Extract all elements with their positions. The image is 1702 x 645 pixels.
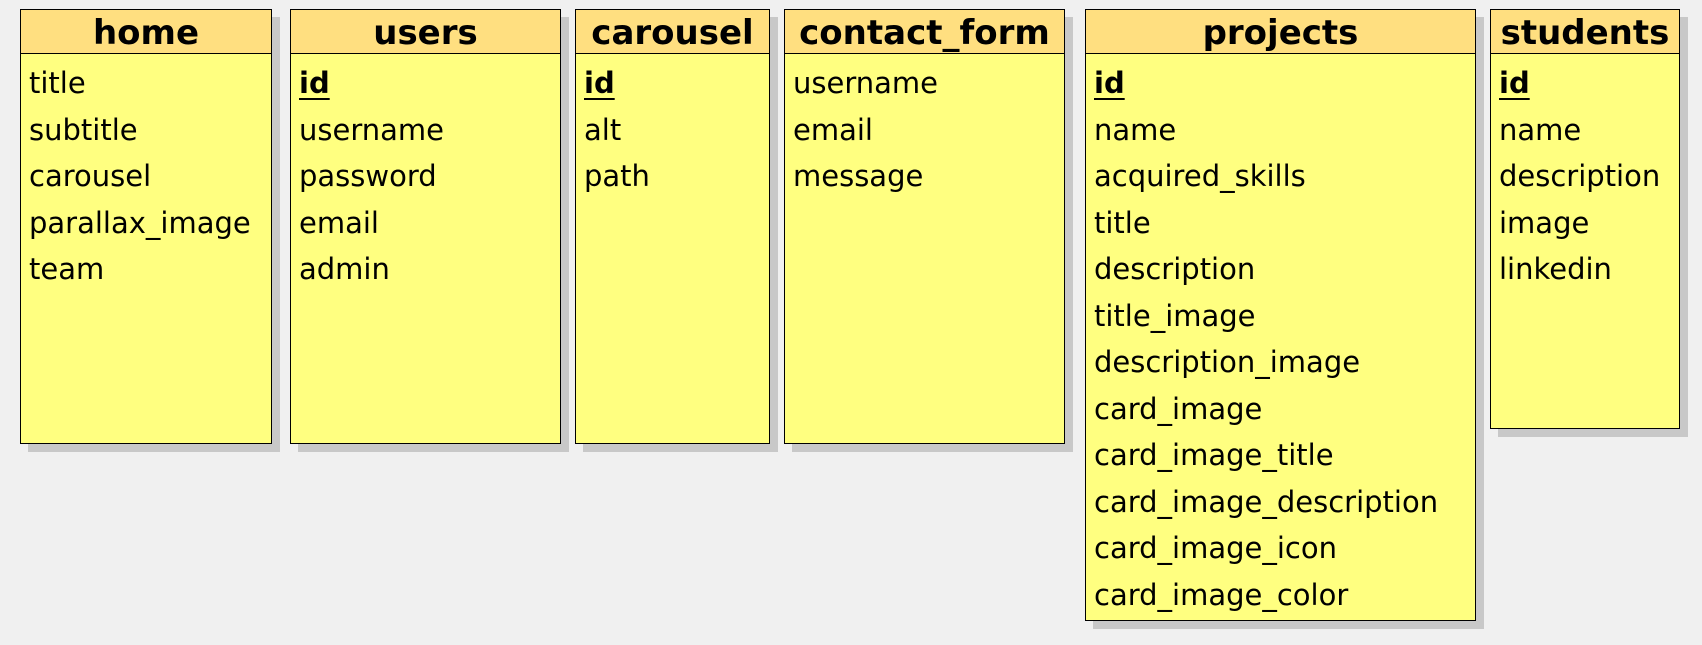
table-field: team [29, 252, 105, 286]
table-title: students [1491, 10, 1679, 54]
table-field: password [299, 159, 437, 193]
table-field: card_image_description [1094, 484, 1439, 519]
table-field: card_image [1094, 391, 1263, 426]
table-field: username [299, 112, 444, 147]
table-contact-form: contact_form username email message [784, 9, 1065, 444]
table-field: path [584, 159, 650, 193]
primary-key-field: id [584, 66, 615, 100]
field-list: title subtitle carousel parallax_imageteam [21, 54, 271, 293]
table-field: alt [584, 112, 622, 147]
table-field: card_image_title [1094, 438, 1334, 472]
table-home: home title subtitle carousel parallax_image… [20, 9, 272, 444]
table-field: linkedin [1499, 252, 1612, 286]
table-field: card_image_icon [1094, 531, 1337, 565]
table-field: email [299, 205, 379, 240]
table-title: projects [1086, 10, 1475, 54]
table-field: title [1094, 205, 1151, 240]
table-field: name [1094, 112, 1177, 147]
table-title: users [291, 10, 560, 54]
table-title: home [21, 10, 271, 54]
field-list: username email message [785, 54, 1064, 200]
table-title: carousel [576, 10, 769, 54]
primary-key-field: id [299, 66, 330, 100]
table-field: email [793, 112, 873, 147]
table-field: carousel [29, 159, 152, 193]
table-field: admin [299, 252, 390, 286]
table-users: users id username password email admin [290, 9, 561, 444]
table-projects: projects id name acquired_skillstitle descr… [1085, 9, 1476, 621]
table-field: username [793, 66, 938, 100]
table-field: description [1094, 252, 1256, 286]
field-list: id name description image linkedin [1491, 54, 1679, 293]
field-list: id username password email admin [291, 54, 560, 293]
field-list: id alt path [576, 54, 769, 200]
table-field: name [1499, 112, 1582, 147]
field-list: id name acquired_skillstitle description tit… [1086, 54, 1475, 618]
table-field: title [29, 66, 86, 100]
table-title: contact_form [785, 10, 1064, 54]
table-field: image [1499, 205, 1590, 240]
primary-key-field: id [1094, 66, 1125, 100]
table-field: acquired_skills [1094, 159, 1306, 193]
table-field: description_image [1094, 345, 1361, 379]
table-field: card_image_color [1094, 577, 1349, 612]
table-field: message [793, 159, 924, 193]
table-field: description [1499, 159, 1661, 193]
table-carousel: carousel id alt path [575, 9, 770, 444]
table-students: students id name description image linkedin [1490, 9, 1680, 429]
table-field: parallax_image [29, 205, 251, 240]
table-field: title_image [1094, 298, 1256, 333]
table-field: subtitle [29, 112, 138, 147]
primary-key-field: id [1499, 66, 1530, 100]
